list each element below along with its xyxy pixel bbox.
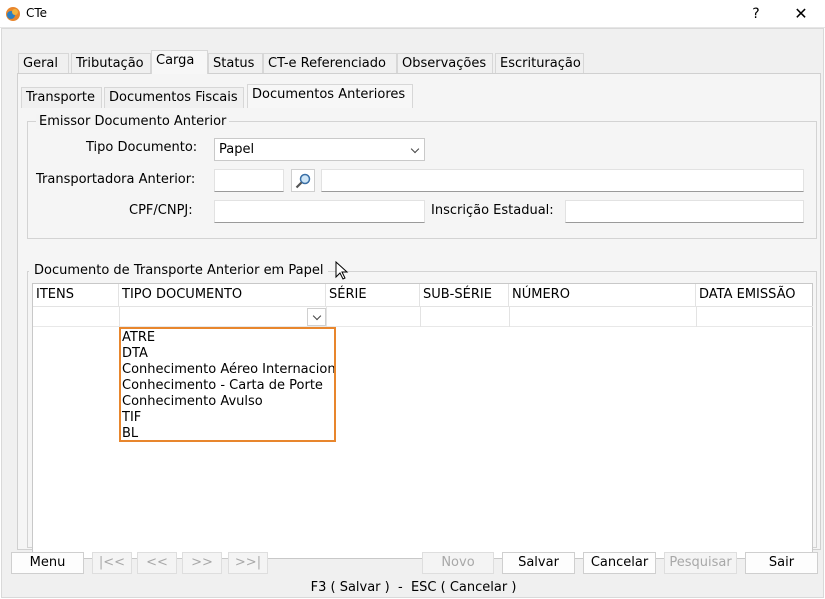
inscricao-estadual-input[interactable] [565, 200, 804, 223]
tab-cte-referenciado[interactable]: CT-e Referenciado [263, 53, 397, 74]
col-header-numero[interactable]: NÚMERO [509, 284, 696, 306]
transportadora-label: Transportadora Anterior: [36, 172, 196, 187]
dropdown-option-bl[interactable]: BL [121, 426, 334, 442]
window-client: Geral Tributação Carga Status CT-e Refer… [1, 28, 824, 598]
cell-divider [119, 307, 120, 327]
transportadora-code-input[interactable] [214, 169, 284, 192]
papel-legend: Documento de Transporte Anterior em Pape… [29, 262, 329, 279]
cell-divider [420, 307, 421, 327]
papel-grid: ITENS TIPO DOCUMENTO SÉRIE SUB-SÉRIE NÚM… [32, 283, 813, 559]
window-title: CTe [26, 6, 48, 20]
first-record-button[interactable]: |<< [92, 552, 132, 574]
cancelar-button[interactable]: Cancelar [583, 552, 656, 574]
novo-button[interactable]: Novo [422, 552, 494, 574]
tab-geral[interactable]: Geral [18, 53, 69, 74]
tipo-documento-value: Papel [219, 142, 255, 157]
tab-status[interactable]: Status [208, 53, 263, 74]
transportadora-name-input[interactable] [321, 169, 804, 192]
app-logo-icon [6, 7, 20, 21]
carga-tab-panel: Transporte Documentos Fiscais Documentos… [17, 73, 821, 559]
tab-observacoes[interactable]: Observações [397, 53, 493, 74]
cell-divider [326, 307, 327, 327]
emissor-groupbox: Emissor Documento Anterior Tipo Document… [27, 114, 817, 239]
chevron-down-icon [312, 311, 322, 321]
mouse-cursor-icon [335, 261, 349, 280]
pesquisar-button[interactable]: Pesquisar [664, 552, 737, 574]
search-button[interactable] [291, 169, 315, 192]
status-bar: F3 ( Salvar ) - ESC ( Cancelar ) [310, 580, 517, 595]
cell-divider [509, 307, 510, 327]
chevron-down-icon [410, 144, 420, 154]
subtab-transporte[interactable]: Transporte [21, 87, 102, 108]
col-header-data-emissao[interactable]: DATA EMISSÃO [696, 284, 813, 306]
cpf-cnpj-label: CPF/CNPJ: [129, 203, 193, 218]
cell-divider [696, 307, 697, 327]
col-header-serie[interactable]: SÉRIE [326, 284, 420, 306]
menu-button[interactable]: Menu [11, 552, 84, 574]
title-bar: CTe ? ✕ [0, 0, 825, 28]
col-header-sub-serie[interactable]: SUB-SÉRIE [420, 284, 509, 306]
next-record-button[interactable]: >> [182, 552, 222, 574]
last-record-button[interactable]: >>| [228, 552, 268, 574]
sair-button[interactable]: Sair [745, 552, 818, 574]
tab-escrituracao[interactable]: Escrituração [495, 53, 584, 74]
tab-carga[interactable]: Carga [151, 50, 208, 74]
tipo-documento-select[interactable]: Papel [214, 138, 425, 161]
inscricao-estadual-label: Inscrição Estadual: [431, 203, 554, 218]
dropdown-option-carta-de-porte[interactable]: Conhecimento - Carta de Porte [121, 378, 334, 394]
dropdown-option-conhecimento-avulso[interactable]: Conhecimento Avulso [121, 394, 334, 410]
tipo-documento-dropdown-button[interactable] [307, 308, 326, 326]
cpf-cnpj-input[interactable] [214, 200, 425, 223]
tab-tributacao[interactable]: Tributação [71, 53, 151, 74]
dropdown-option-dta[interactable]: DTA [121, 346, 334, 362]
search-icon [295, 173, 311, 189]
papel-groupbox: Documento de Transporte Anterior em Pape… [27, 262, 817, 559]
col-header-itens[interactable]: ITENS [33, 284, 119, 306]
help-button[interactable]: ? [742, 2, 770, 26]
tipo-documento-dropdown-list: ATRE DTA Conhecimento Aéreo Internaciona… [119, 327, 336, 442]
tipo-documento-label: Tipo Documento: [86, 140, 198, 155]
close-button[interactable]: ✕ [786, 2, 816, 26]
emissor-legend: Emissor Documento Anterior [36, 114, 230, 129]
col-header-tipo-documento[interactable]: TIPO DOCUMENTO [119, 284, 326, 306]
dropdown-option-conhecimento-aereo[interactable]: Conhecimento Aéreo Internacional [121, 362, 334, 378]
table-row[interactable] [33, 307, 813, 327]
previous-record-button[interactable]: << [137, 552, 177, 574]
subtab-documentos-anteriores[interactable]: Documentos Anteriores [247, 84, 413, 108]
subtab-documentos-fiscais[interactable]: Documentos Fiscais [104, 87, 244, 108]
dropdown-option-atre[interactable]: ATRE [121, 330, 334, 346]
dropdown-option-tif[interactable]: TIF [121, 410, 334, 426]
salvar-button[interactable]: Salvar [502, 552, 575, 574]
